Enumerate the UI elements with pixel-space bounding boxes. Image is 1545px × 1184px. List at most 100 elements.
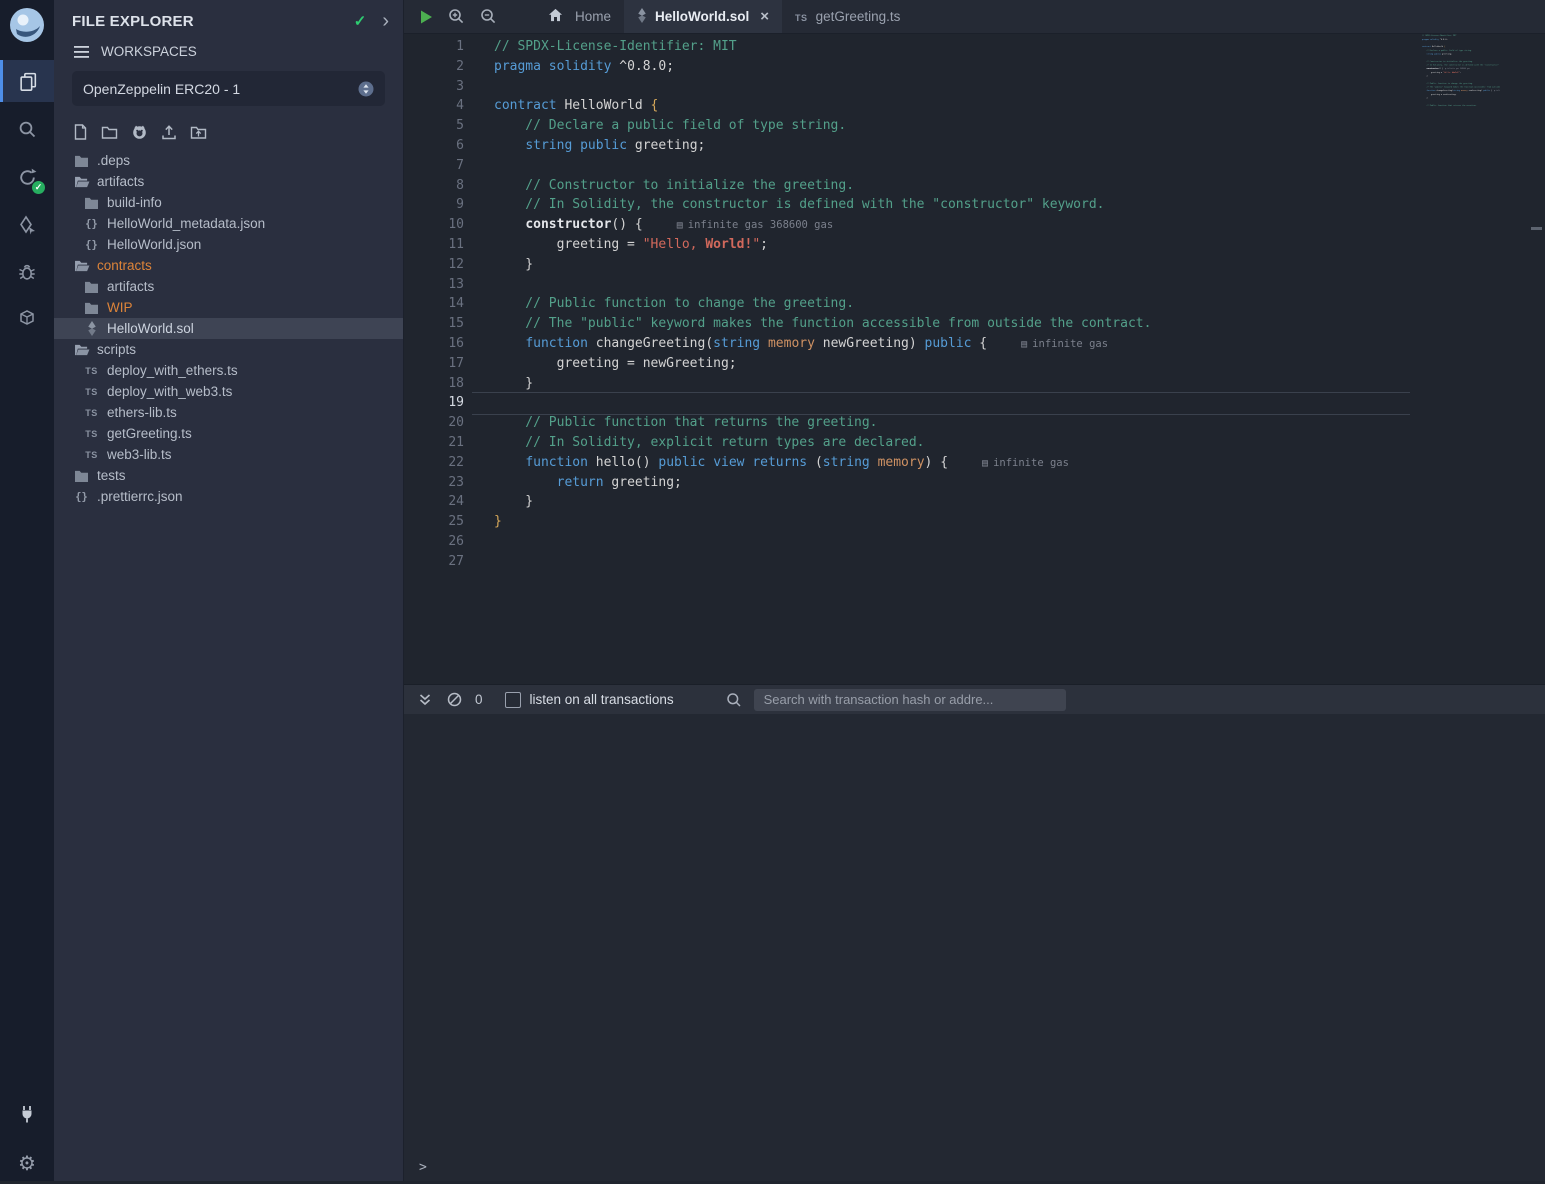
code-line-25[interactable]: } xyxy=(494,512,1545,532)
hamburger-menu-icon[interactable] xyxy=(74,46,89,58)
tree-item-.prettierrc.json[interactable]: {}.prettierrc.json xyxy=(54,486,403,507)
tab-Home[interactable]: Home xyxy=(535,0,624,33)
code-line-12[interactable]: } xyxy=(494,255,1545,275)
debugger-icon[interactable] xyxy=(0,251,54,293)
minimap[interactable]: // SPDX-License-Identifier: MITpragma so… xyxy=(1422,34,1500,106)
plugin-manager-icon[interactable] xyxy=(0,1093,54,1135)
code-content[interactable]: // SPDX-License-Identifier: MITpragma so… xyxy=(470,34,1545,684)
code-line-5[interactable]: // Declare a public field of type string… xyxy=(494,116,1545,136)
code-line-3[interactable] xyxy=(494,77,1545,97)
folder-icon xyxy=(73,154,90,167)
overview-ruler-cursor-mark xyxy=(1531,227,1542,230)
tree-item-label: build-info xyxy=(107,195,162,210)
line-number: 8 xyxy=(404,176,464,196)
line-number: 1 xyxy=(404,37,464,57)
tree-item-label: contracts xyxy=(97,258,152,273)
tree-item-artifacts[interactable]: artifacts xyxy=(54,276,403,297)
code-line-13[interactable] xyxy=(494,275,1545,295)
code-line-19[interactable] xyxy=(494,393,1545,413)
terminal-output[interactable]: > xyxy=(404,714,1545,1181)
code-line-20[interactable]: // Public function that returns the gree… xyxy=(494,413,1545,433)
tree-item-contracts[interactable]: contracts xyxy=(54,255,403,276)
upload-file-icon[interactable] xyxy=(161,124,177,140)
upload-folder-icon[interactable] xyxy=(190,125,207,139)
chevron-right-icon[interactable]: › xyxy=(382,14,389,28)
workspaces-label: WORKSPACES xyxy=(101,44,197,59)
tree-item-HelloWorld.json[interactable]: {}HelloWorld.json xyxy=(54,234,403,255)
code-line-20[interactable]: // Public function that returns the gree… xyxy=(1422,104,1500,106)
code-line-27[interactable] xyxy=(494,552,1545,572)
tree-item-deploy_with_ethers.ts[interactable]: TSdeploy_with_ethers.ts xyxy=(54,360,403,381)
tree-item-.deps[interactable]: .deps xyxy=(54,150,403,171)
open-tabs: HomeHelloWorld.sol×TSgetGreeting.ts xyxy=(535,0,913,33)
workspace-select[interactable]: OpenZeppelin ERC20 - 1 xyxy=(72,71,385,106)
expand-terminal-icon[interactable] xyxy=(418,693,432,707)
clear-console-icon[interactable] xyxy=(447,692,462,707)
tab-HelloWorld.sol[interactable]: HelloWorld.sol× xyxy=(624,0,782,33)
code-line-23[interactable]: return greeting; xyxy=(494,473,1545,493)
tree-item-tests[interactable]: tests xyxy=(54,465,403,486)
code-line-1[interactable]: // SPDX-License-Identifier: MIT xyxy=(494,37,1545,57)
code-line-16[interactable]: function changeGreeting(string memory ne… xyxy=(494,334,1545,354)
new-folder-icon[interactable] xyxy=(101,125,118,139)
github-octocat-icon[interactable] xyxy=(131,124,148,140)
code-line-7[interactable] xyxy=(494,156,1545,176)
run-script-button[interactable] xyxy=(419,9,433,25)
deploy-and-run-icon[interactable] xyxy=(0,204,54,246)
folder-icon xyxy=(73,469,90,482)
folder-icon xyxy=(83,196,100,209)
listen-transactions-checkbox[interactable] xyxy=(505,692,521,708)
code-line-9[interactable]: // In Solidity, the constructor is defin… xyxy=(494,195,1545,215)
tree-item-WIP[interactable]: WIP xyxy=(54,297,403,318)
remix-logo[interactable] xyxy=(0,4,54,46)
settings-gear-icon[interactable]: ⚙ xyxy=(0,1142,54,1184)
tree-item-ethers-lib.ts[interactable]: TSethers-lib.ts xyxy=(54,402,403,423)
tree-item-label: getGreeting.ts xyxy=(107,426,192,441)
search-panel-icon[interactable] xyxy=(0,108,54,150)
file-explorer-panel: FILE EXPLORER ✓ › WORKSPACES OpenZeppeli… xyxy=(54,0,404,1181)
explorer-header: FILE EXPLORER ✓ › xyxy=(54,0,403,36)
code-line-26[interactable] xyxy=(494,532,1545,552)
close-icon[interactable]: × xyxy=(760,8,769,25)
tree-item-deploy_with_web3.ts[interactable]: TSdeploy_with_web3.ts xyxy=(54,381,403,402)
typescript-file-icon: TS xyxy=(83,408,100,418)
tree-item-scripts[interactable]: scripts xyxy=(54,339,403,360)
tab-getGreeting.ts[interactable]: TSgetGreeting.ts xyxy=(782,0,913,33)
tree-item-HelloWorld.sol[interactable]: HelloWorld.sol xyxy=(54,318,403,339)
terminal-prompt[interactable]: > xyxy=(419,1160,427,1175)
code-line-24[interactable]: } xyxy=(494,492,1545,512)
zoom-out-icon[interactable] xyxy=(480,8,497,25)
plugins-icon[interactable] xyxy=(0,296,54,338)
tree-item-build-info[interactable]: build-info xyxy=(54,192,403,213)
json-file-icon: {} xyxy=(83,239,100,251)
code-editor[interactable]: 1234567891011121314151617181920212223242… xyxy=(404,34,1545,684)
folder-open-icon xyxy=(73,343,90,356)
tree-item-label: deploy_with_ethers.ts xyxy=(107,363,238,378)
gas-icon: ▤ xyxy=(1445,68,1446,70)
code-line-11[interactable]: greeting = "Hello, World!"; xyxy=(494,235,1545,255)
code-line-14[interactable]: // Public function to change the greetin… xyxy=(494,294,1545,314)
transaction-search-input[interactable] xyxy=(754,689,1066,711)
code-line-21[interactable]: // In Solidity, explicit return types ar… xyxy=(494,433,1545,453)
json-file-icon: {} xyxy=(73,491,90,503)
code-line-18[interactable]: } xyxy=(494,374,1545,394)
code-line-6[interactable]: string public greeting; xyxy=(494,136,1545,156)
code-line-8[interactable]: // Constructor to initialize the greetin… xyxy=(494,176,1545,196)
tree-item-web3-lib.ts[interactable]: TSweb3-lib.ts xyxy=(54,444,403,465)
code-line-15[interactable]: // The "public" keyword makes the functi… xyxy=(494,314,1545,334)
code-line-22[interactable]: function hello() public view returns (st… xyxy=(494,453,1545,473)
file-explorer-icon[interactable] xyxy=(0,60,54,102)
tree-item-getGreeting.ts[interactable]: TSgetGreeting.ts xyxy=(54,423,403,444)
line-number: 13 xyxy=(404,275,464,295)
code-line-2[interactable]: pragma solidity ^0.8.0; xyxy=(494,57,1545,77)
compile-success-badge: ✓ xyxy=(32,181,45,194)
solidity-compiler-icon[interactable]: ✓ xyxy=(0,156,54,198)
zoom-in-icon[interactable] xyxy=(448,8,465,25)
line-number: 17 xyxy=(404,354,464,374)
tree-item-artifacts[interactable]: artifacts xyxy=(54,171,403,192)
code-line-17[interactable]: greeting = newGreeting; xyxy=(494,354,1545,374)
code-line-10[interactable]: constructor() {▤infinite gas 368600 gas xyxy=(494,215,1545,235)
tree-item-HelloWorld_metadata.json[interactable]: {}HelloWorld_metadata.json xyxy=(54,213,403,234)
new-file-icon[interactable] xyxy=(73,124,88,140)
code-line-4[interactable]: contract HelloWorld { xyxy=(494,96,1545,116)
